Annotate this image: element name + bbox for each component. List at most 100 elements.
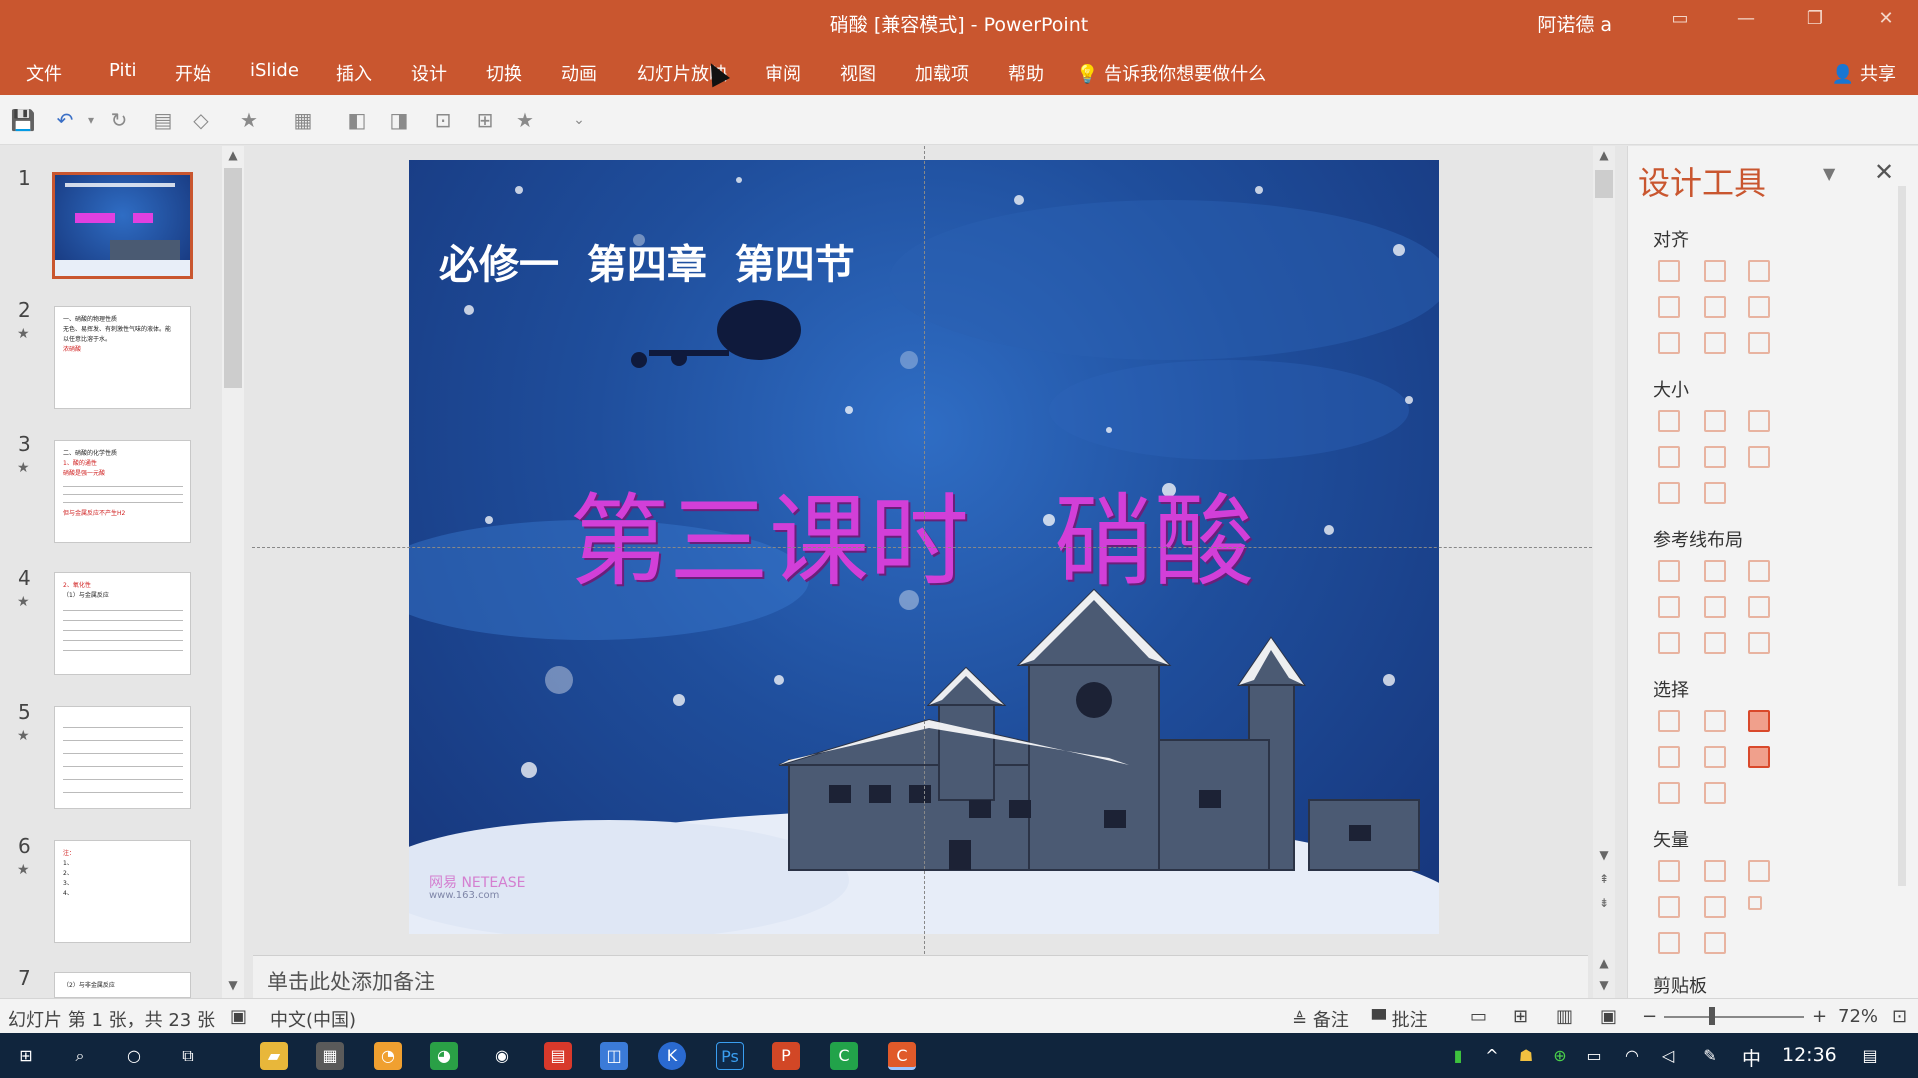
panel-close-icon[interactable]: ✕	[1874, 158, 1894, 186]
guide-grid-icon[interactable]	[1748, 632, 1770, 654]
align-bottom-icon[interactable]	[1748, 296, 1770, 318]
notes-scroll-up-icon[interactable]: ▲	[1593, 956, 1615, 974]
presentation-icon[interactable]: ▤	[150, 107, 176, 133]
notes-toggle[interactable]: ≜ 备注	[1292, 1006, 1349, 1032]
size-height-icon[interactable]	[1704, 446, 1726, 468]
combine-icon[interactable]	[1704, 860, 1726, 882]
tray-app-icon[interactable]: ☗	[1512, 1042, 1540, 1070]
guide-left-icon[interactable]	[1658, 560, 1680, 582]
send-backward-icon[interactable]: ◨	[386, 107, 412, 133]
tab-review[interactable]: 审阅	[765, 60, 801, 86]
shapes-icon[interactable]: ◇	[188, 107, 214, 133]
battery-icon[interactable]: ▭	[1580, 1042, 1608, 1070]
redo-icon[interactable]: ↻	[106, 107, 132, 133]
text-vector-icon[interactable]	[1658, 932, 1680, 954]
slide-title-left[interactable]: 第三课时	[569, 460, 969, 605]
thumbnail-slide-1[interactable]	[52, 172, 193, 279]
task-view-icon[interactable]: ⧉	[174, 1042, 202, 1070]
same-size-icon[interactable]	[1748, 410, 1770, 432]
scroll-thumb[interactable]	[1595, 170, 1613, 198]
fit-slide-icon[interactable]: ⊡	[1892, 1006, 1907, 1027]
panel-options-icon[interactable]: ▼	[1823, 164, 1835, 183]
fragment-icon[interactable]	[1748, 860, 1770, 882]
select-outline-icon[interactable]	[1658, 782, 1680, 804]
guide-vspace-icon[interactable]	[1704, 632, 1726, 654]
swap-size-icon[interactable]	[1748, 446, 1770, 468]
next-slide-icon[interactable]: ⇟	[1593, 896, 1615, 914]
tab-addins[interactable]: 加载项	[915, 60, 969, 86]
qq-icon[interactable]: ◉	[488, 1042, 516, 1070]
align-center-icon[interactable]	[1704, 260, 1726, 282]
group-icon[interactable]: ⊞	[472, 107, 498, 133]
ime-indicator[interactable]: 中	[1742, 1044, 1761, 1071]
wechat-icon[interactable]: ◕	[430, 1042, 458, 1070]
notes-scroll-down-icon[interactable]: ▼	[1593, 978, 1615, 996]
guide-hspace-icon[interactable]	[1658, 632, 1680, 654]
wifi-icon[interactable]: ◠	[1618, 1042, 1646, 1070]
select-all-icon[interactable]	[1658, 710, 1680, 732]
tell-me-box[interactable]: 💡 告诉我你想要做什么	[1076, 60, 1266, 86]
clock[interactable]: 12:36	[1782, 1044, 1837, 1066]
zoom-out-icon[interactable]: −	[1642, 1006, 1657, 1027]
volume-icon[interactable]: ◁	[1654, 1042, 1682, 1070]
thumbnail-slide-2[interactable]: 一、硝酸的物理性质 无色、易挥发、有刺激性气味的液体。能 以任意比溶于水。 浓硝…	[54, 306, 191, 409]
zoom-in-icon[interactable]: +	[1812, 1006, 1827, 1027]
align-right-icon[interactable]	[1748, 260, 1770, 282]
tab-piti[interactable]: Piti	[109, 60, 137, 81]
size-right-icon[interactable]	[1704, 482, 1726, 504]
scroll-down-icon[interactable]: ▼	[1593, 848, 1615, 866]
undo-dropdown-icon[interactable]: ▾	[78, 107, 104, 133]
language-indicator[interactable]: 中文(中国)	[270, 1006, 356, 1032]
windows-start-icon[interactable]: ⊞	[12, 1042, 40, 1070]
select-inverse-icon[interactable]	[1704, 782, 1726, 804]
camtasia-icon[interactable]: C	[830, 1042, 858, 1070]
distribute-grid-icon[interactable]	[1748, 332, 1770, 354]
scroll-thumb[interactable]	[224, 168, 242, 388]
minimize-icon[interactable]: —	[1726, 8, 1766, 29]
panel-scrollbar[interactable]	[1898, 186, 1906, 886]
youdao-icon[interactable]: ▤	[544, 1042, 572, 1070]
thumbnail-slide-3[interactable]: 二、硝酸的化学性质 1、酸的通性 硝酸是强一元酸 但与金属反应不产生H2	[54, 440, 191, 543]
select-similar-icon[interactable]	[1704, 710, 1726, 732]
thumbnail-slide-4[interactable]: 2、氧化性 （1）与金属反应	[54, 572, 191, 675]
guide-top-icon[interactable]	[1658, 596, 1680, 618]
guide-middle-icon[interactable]	[1704, 596, 1726, 618]
star-favorite-icon[interactable]: ★	[236, 107, 262, 133]
guide-center-icon[interactable]	[1704, 560, 1726, 582]
store-icon[interactable]: ◫	[600, 1042, 628, 1070]
normal-view-icon[interactable]: ▭	[1470, 1006, 1487, 1027]
subtract-icon[interactable]	[1704, 896, 1726, 918]
align-left-icon[interactable]	[1658, 260, 1680, 282]
editor-scrollbar[interactable]: ▲ ▼ ⇞ ⇟ ▲ ▼	[1593, 146, 1615, 998]
slide-header[interactable]: 必修一 第四章 第四节	[439, 232, 855, 290]
tab-animations[interactable]: 动画	[561, 60, 597, 86]
distribute-vertical-icon[interactable]	[1704, 332, 1726, 354]
same-height-icon[interactable]	[1704, 410, 1726, 432]
scroll-up-icon[interactable]: ▲	[1593, 148, 1615, 166]
close-icon[interactable]: ✕	[1866, 8, 1906, 29]
restore-icon[interactable]: ❐	[1795, 8, 1835, 29]
cortana-icon[interactable]: ○	[120, 1042, 148, 1070]
undo-icon[interactable]: ↶	[52, 107, 78, 133]
reading-view-icon[interactable]: ▥	[1556, 1006, 1573, 1027]
pen-icon[interactable]: ✎	[1696, 1042, 1724, 1070]
ribbon-display-icon[interactable]: ▭	[1660, 8, 1700, 29]
zoom-slider[interactable]	[1664, 1016, 1804, 1018]
guide-bottom-icon[interactable]	[1748, 596, 1770, 618]
vertical-guide[interactable]	[924, 146, 925, 954]
search-icon[interactable]: ⌕	[66, 1042, 94, 1070]
crop-icon[interactable]: ⊡	[430, 107, 456, 133]
union-icon[interactable]	[1658, 860, 1680, 882]
comments-toggle[interactable]: ▀ 批注	[1372, 1006, 1428, 1032]
tab-design[interactable]: 设计	[411, 60, 447, 86]
previous-slide-icon[interactable]: ⇞	[1593, 872, 1615, 890]
customize-toolbar-icon[interactable]: ⌄	[566, 107, 592, 133]
tab-islide[interactable]: iSlide	[250, 60, 299, 81]
horizontal-guide[interactable]	[252, 547, 1592, 548]
zoom-level[interactable]: 72%	[1838, 1006, 1878, 1027]
app-orange-icon[interactable]: ◔	[374, 1042, 402, 1070]
thumbnail-slide-5[interactable]	[54, 706, 191, 809]
align-top-icon[interactable]	[1658, 296, 1680, 318]
spellcheck-icon[interactable]: ▣	[230, 1006, 247, 1027]
file-explorer-icon[interactable]: ▰	[260, 1042, 288, 1070]
